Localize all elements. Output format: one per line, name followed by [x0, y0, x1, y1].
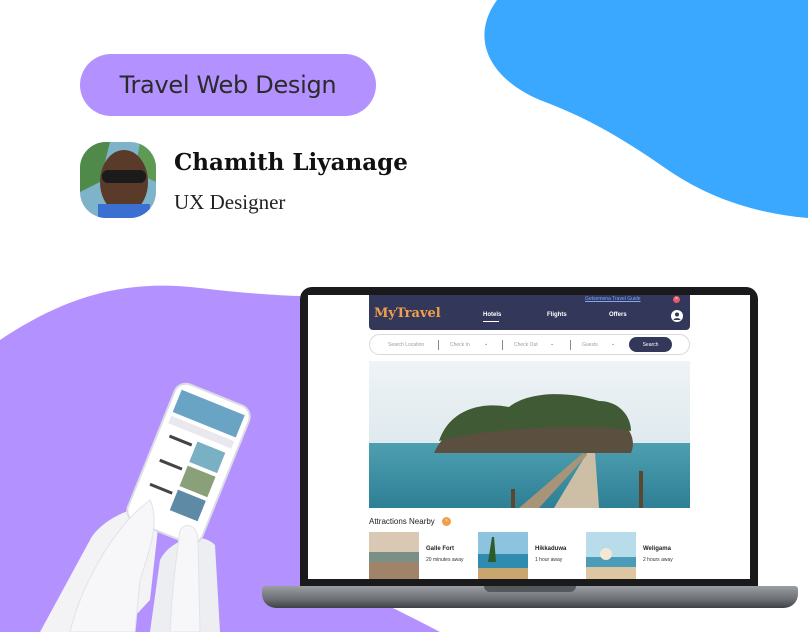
chevron-down-icon[interactable]: ⌄ [484, 341, 488, 347]
laptop-screen: Getsemena Travel Guide × MyTravel Hotels… [308, 295, 750, 579]
attraction-card[interactable]: Hikkaduwa 1 hour away [478, 532, 588, 579]
user-circle-icon[interactable] [671, 310, 683, 322]
brand-logo[interactable]: MyTravel [374, 306, 441, 321]
nav-active-underline [483, 321, 499, 322]
guests-input[interactable]: Guests [582, 342, 598, 348]
attraction-name: Hikkaduwa [535, 546, 567, 552]
search-button[interactable]: Search [629, 337, 672, 352]
nav-flights[interactable]: Flights [547, 312, 567, 318]
attraction-image [478, 532, 528, 579]
close-icon[interactable]: × [673, 296, 680, 303]
attraction-image [369, 532, 419, 579]
app-navbar: Getsemena Travel Guide × MyTravel Hotels… [369, 295, 690, 330]
chevron-down-icon[interactable]: ⌄ [550, 341, 554, 347]
nav-hotels[interactable]: Hotels [483, 312, 501, 318]
attractions-title: Attractions Nearby [369, 517, 435, 526]
attraction-name: Weligama [643, 546, 671, 552]
attraction-card[interactable]: Weligama 2 hours away [586, 532, 696, 579]
avatar [80, 142, 156, 218]
chevron-down-icon[interactable]: ⌄ [611, 341, 615, 347]
attraction-card[interactable]: Galle Fort 20 minutes away [369, 532, 479, 579]
attraction-time: 2 hours away [643, 557, 673, 563]
checkin-input[interactable]: Check In [450, 342, 470, 348]
title-pill: Travel Web Design [80, 54, 376, 116]
author-role: UX Designer [174, 190, 286, 214]
blue-blob [484, 0, 808, 218]
title-label: Travel Web Design [119, 71, 337, 99]
search-bar: Search Location Check In ⌄ Check Out ⌄ G… [369, 334, 690, 355]
attraction-image [586, 532, 636, 579]
attraction-time: 1 hour away [535, 557, 563, 563]
phone-mockup [40, 382, 251, 632]
arrow-right-icon[interactable]: › [442, 517, 451, 526]
author-name: Chamith Liyanage [174, 149, 408, 176]
nav-offers[interactable]: Offers [609, 312, 627, 318]
guide-link[interactable]: Getsemena Travel Guide [585, 296, 641, 302]
hero-image [369, 361, 690, 508]
laptop-lid-notch [484, 586, 576, 592]
attraction-name: Galle Fort [426, 546, 455, 552]
attraction-time: 20 minutes away [426, 557, 464, 563]
location-input[interactable]: Search Location [388, 342, 424, 348]
checkout-input[interactable]: Check Out [514, 342, 538, 348]
